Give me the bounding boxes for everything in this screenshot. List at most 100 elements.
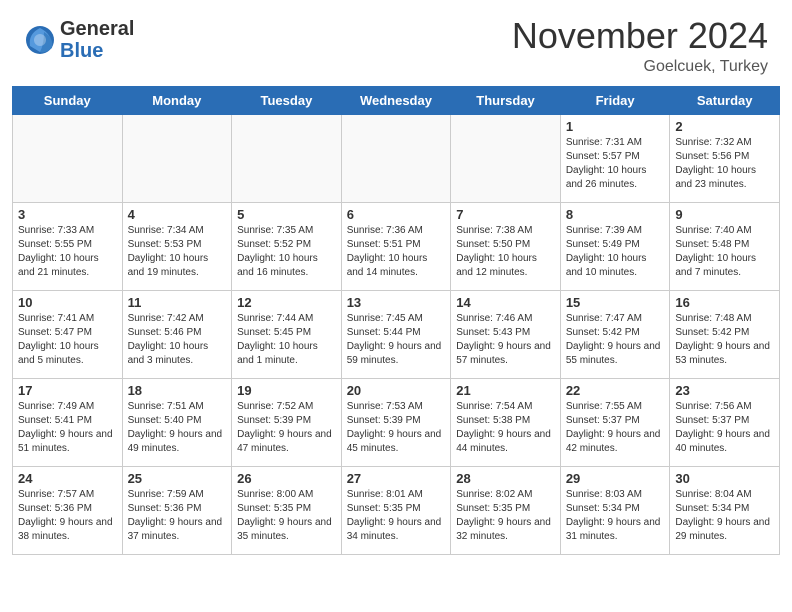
calendar-day-cell: 9 Sunrise: 7:40 AM Sunset: 5:48 PM Daylig…: [670, 203, 780, 291]
page-header: General Blue November 2024 Goelcuek, Tur…: [0, 0, 792, 86]
day-number: 20: [347, 383, 446, 398]
calendar-week-row: 3 Sunrise: 7:33 AM Sunset: 5:55 PM Daylig…: [13, 203, 780, 291]
logo-blue: Blue: [60, 40, 103, 62]
calendar-day-cell: 8Sunrise: 7:39 AM Sunset: 5:49 PM Daylig…: [560, 203, 670, 291]
calendar-day-cell: 11 Sunrise: 7:42 AM Sunset: 5:46 PM Dayli…: [122, 291, 232, 379]
day-info: Sunrise: 7:57 AM Sunset: 5:36 PM Dayligh…: [18, 488, 117, 544]
calendar-day-cell: 18Sunrise: 7:51 AM Sunset: 5:40 PM Dayli…: [122, 379, 232, 467]
title-block: November 2024 Goelcuek, Turkey: [512, 18, 768, 76]
day-number: 2: [675, 119, 774, 134]
weekday-header: Sunday: [13, 87, 123, 115]
day-info: Sunrise: 7:31 AM Sunset: 5:57 PM Dayligh…: [566, 136, 665, 192]
day-number: 9: [675, 207, 774, 222]
calendar-wrapper: SundayMondayTuesdayWednesdayThursdayFrid…: [0, 86, 792, 565]
day-info: Sunrise: 7:41 AM Sunset: 5:47 PM Dayligh…: [18, 312, 117, 368]
day-number: 3: [18, 207, 117, 222]
day-number: 10: [18, 295, 117, 310]
calendar-day-cell: [232, 115, 342, 203]
calendar-day-cell: [341, 115, 451, 203]
day-number: 12: [237, 295, 336, 310]
calendar-day-cell: 16 Sunrise: 7:48 AM Sunset: 5:42 PM Dayli…: [670, 291, 780, 379]
day-info: Sunrise: 7:51 AM Sunset: 5:40 PM Dayligh…: [128, 400, 227, 456]
day-number: 24: [18, 471, 117, 486]
day-info: Sunrise: 7:55 AM Sunset: 5:37 PM Dayligh…: [566, 400, 665, 456]
day-info: Sunrise: 7:49 AM Sunset: 5:41 PM Dayligh…: [18, 400, 117, 456]
day-info: Sunrise: 7:56 AM Sunset: 5:37 PM Dayligh…: [675, 400, 774, 456]
day-info: Sunrise: 7:33 AM Sunset: 5:55 PM Dayligh…: [18, 224, 117, 280]
calendar-day-cell: 24 Sunrise: 7:57 AM Sunset: 5:36 PM Dayli…: [13, 467, 123, 555]
day-info: Sunrise: 8:04 AM Sunset: 5:34 PM Dayligh…: [675, 488, 774, 544]
weekday-header: Friday: [560, 87, 670, 115]
weekday-header: Tuesday: [232, 87, 342, 115]
day-number: 28: [456, 471, 555, 486]
calendar-day-cell: 19Sunrise: 7:52 AM Sunset: 5:39 PM Dayli…: [232, 379, 342, 467]
calendar-day-cell: 14Sunrise: 7:46 AM Sunset: 5:43 PM Dayli…: [451, 291, 561, 379]
calendar-day-cell: [122, 115, 232, 203]
calendar-day-cell: 26Sunrise: 8:00 AM Sunset: 5:35 PM Dayli…: [232, 467, 342, 555]
day-number: 4: [128, 207, 227, 222]
day-info: Sunrise: 7:47 AM Sunset: 5:42 PM Dayligh…: [566, 312, 665, 368]
day-info: Sunrise: 7:32 AM Sunset: 5:56 PM Dayligh…: [675, 136, 774, 192]
day-info: Sunrise: 7:38 AM Sunset: 5:50 PM Dayligh…: [456, 224, 555, 280]
calendar-week-row: 10 Sunrise: 7:41 AM Sunset: 5:47 PM Dayli…: [13, 291, 780, 379]
weekday-header: Wednesday: [341, 87, 451, 115]
calendar-day-cell: [13, 115, 123, 203]
day-info: Sunrise: 7:53 AM Sunset: 5:39 PM Dayligh…: [347, 400, 446, 456]
day-number: 5: [237, 207, 336, 222]
calendar-day-cell: 3 Sunrise: 7:33 AM Sunset: 5:55 PM Daylig…: [13, 203, 123, 291]
calendar-week-row: 17Sunrise: 7:49 AM Sunset: 5:41 PM Dayli…: [13, 379, 780, 467]
day-number: 29: [566, 471, 665, 486]
calendar-day-cell: 5 Sunrise: 7:35 AM Sunset: 5:52 PM Daylig…: [232, 203, 342, 291]
day-number: 19: [237, 383, 336, 398]
calendar-table: SundayMondayTuesdayWednesdayThursdayFrid…: [12, 86, 780, 555]
day-info: Sunrise: 7:48 AM Sunset: 5:42 PM Dayligh…: [675, 312, 774, 368]
day-number: 8: [566, 207, 665, 222]
day-number: 15: [566, 295, 665, 310]
calendar-day-cell: 10 Sunrise: 7:41 AM Sunset: 5:47 PM Dayli…: [13, 291, 123, 379]
day-number: 16: [675, 295, 774, 310]
day-info: Sunrise: 7:45 AM Sunset: 5:44 PM Dayligh…: [347, 312, 446, 368]
day-number: 13: [347, 295, 446, 310]
calendar-day-cell: 7 Sunrise: 7:38 AM Sunset: 5:50 PM Daylig…: [451, 203, 561, 291]
calendar-day-cell: 13 Sunrise: 7:45 AM Sunset: 5:44 PM Dayli…: [341, 291, 451, 379]
day-number: 27: [347, 471, 446, 486]
day-info: Sunrise: 8:02 AM Sunset: 5:35 PM Dayligh…: [456, 488, 555, 544]
day-number: 14: [456, 295, 555, 310]
calendar-day-cell: 27Sunrise: 8:01 AM Sunset: 5:35 PM Dayli…: [341, 467, 451, 555]
day-number: 23: [675, 383, 774, 398]
day-number: 22: [566, 383, 665, 398]
day-info: Sunrise: 7:36 AM Sunset: 5:51 PM Dayligh…: [347, 224, 446, 280]
day-info: Sunrise: 7:42 AM Sunset: 5:46 PM Dayligh…: [128, 312, 227, 368]
calendar-day-cell: 15 Sunrise: 7:47 AM Sunset: 5:42 PM Dayli…: [560, 291, 670, 379]
calendar-day-cell: 12Sunrise: 7:44 AM Sunset: 5:45 PM Dayli…: [232, 291, 342, 379]
logo: General Blue: [24, 18, 134, 62]
calendar-day-cell: 28 Sunrise: 8:02 AM Sunset: 5:35 PM Dayli…: [451, 467, 561, 555]
calendar-day-cell: [451, 115, 561, 203]
day-info: Sunrise: 8:03 AM Sunset: 5:34 PM Dayligh…: [566, 488, 665, 544]
day-number: 1: [566, 119, 665, 134]
day-number: 25: [128, 471, 227, 486]
day-number: 7: [456, 207, 555, 222]
calendar-day-cell: 25Sunrise: 7:59 AM Sunset: 5:36 PM Dayli…: [122, 467, 232, 555]
calendar-day-cell: 6Sunrise: 7:36 AM Sunset: 5:51 PM Daylig…: [341, 203, 451, 291]
calendar-day-cell: 20 Sunrise: 7:53 AM Sunset: 5:39 PM Dayli…: [341, 379, 451, 467]
weekday-header: Saturday: [670, 87, 780, 115]
calendar-day-cell: 22 Sunrise: 7:55 AM Sunset: 5:37 PM Dayli…: [560, 379, 670, 467]
calendar-day-cell: 23 Sunrise: 7:56 AM Sunset: 5:37 PM Dayli…: [670, 379, 780, 467]
day-info: Sunrise: 7:40 AM Sunset: 5:48 PM Dayligh…: [675, 224, 774, 280]
calendar-day-cell: 4 Sunrise: 7:34 AM Sunset: 5:53 PM Daylig…: [122, 203, 232, 291]
calendar-day-cell: 1 Sunrise: 7:31 AM Sunset: 5:57 PM Daylig…: [560, 115, 670, 203]
calendar-day-cell: 30 Sunrise: 8:04 AM Sunset: 5:34 PM Dayli…: [670, 467, 780, 555]
calendar-day-cell: 17Sunrise: 7:49 AM Sunset: 5:41 PM Dayli…: [13, 379, 123, 467]
calendar-day-cell: 2 Sunrise: 7:32 AM Sunset: 5:56 PM Daylig…: [670, 115, 780, 203]
day-info: Sunrise: 7:34 AM Sunset: 5:53 PM Dayligh…: [128, 224, 227, 280]
calendar-week-row: 24 Sunrise: 7:57 AM Sunset: 5:36 PM Dayli…: [13, 467, 780, 555]
day-info: Sunrise: 7:54 AM Sunset: 5:38 PM Dayligh…: [456, 400, 555, 456]
day-info: Sunrise: 7:35 AM Sunset: 5:52 PM Dayligh…: [237, 224, 336, 280]
calendar-week-row: 1 Sunrise: 7:31 AM Sunset: 5:57 PM Daylig…: [13, 115, 780, 203]
day-number: 30: [675, 471, 774, 486]
logo-icon: [24, 24, 56, 56]
day-number: 11: [128, 295, 227, 310]
weekday-header: Thursday: [451, 87, 561, 115]
logo-general: General: [60, 18, 134, 40]
